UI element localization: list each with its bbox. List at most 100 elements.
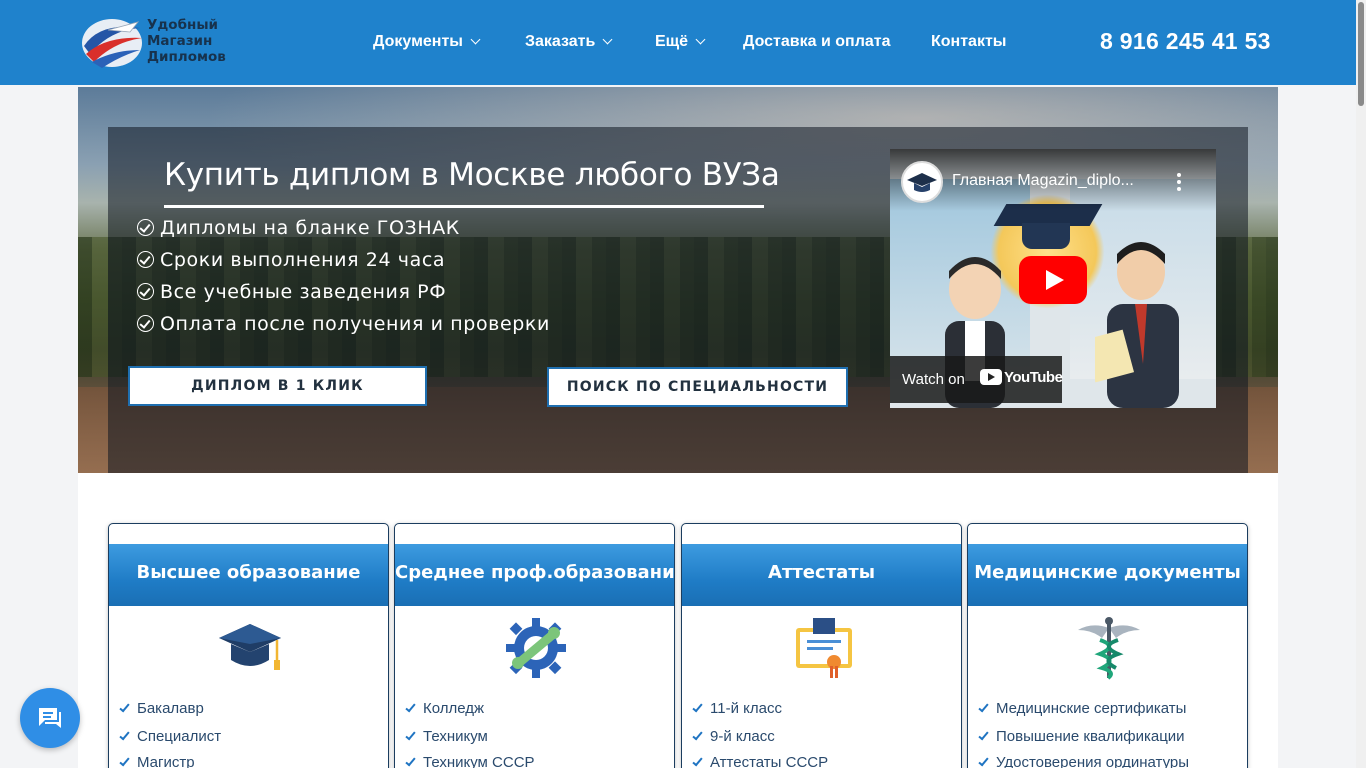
category-card-higher-education[interactable]: Высшее образование Бакалавр Специалист М… — [108, 523, 389, 768]
play-button[interactable] — [1019, 256, 1087, 304]
category-card-vocational[interactable]: Среднее проф.образование Колледж Технику… — [394, 523, 675, 768]
list-item[interactable]: Бакалавр — [119, 700, 204, 717]
feature-item: Оплата после получения и проверки — [137, 313, 550, 335]
list-item[interactable]: 11-й класс — [692, 700, 782, 717]
card-title[interactable]: Высшее образование — [109, 544, 388, 606]
list-item-label: Удостоверения ординатуры — [996, 754, 1190, 768]
list-item[interactable]: Техникум СССР — [405, 754, 535, 768]
nav-item-label: Ещё — [655, 33, 689, 50]
one-click-diploma-button[interactable]: ДИПЛОМ В 1 КЛИК — [128, 366, 427, 406]
check-icon — [119, 729, 130, 741]
youtube-wordmark: YouTube — [1004, 369, 1063, 386]
check-icon — [119, 755, 130, 767]
list-item-label: Техникум — [423, 728, 488, 745]
list-item[interactable]: Медицинские сертификаты — [978, 700, 1186, 717]
card-title[interactable]: Медицинские документы — [968, 544, 1247, 606]
check-icon — [692, 755, 703, 767]
list-item-label: Повышение квалификации — [996, 728, 1185, 745]
logo-line: Дипломов — [147, 49, 226, 65]
list-item-label: Специалист — [137, 728, 222, 745]
logo-line: Удобный — [147, 17, 219, 33]
chevron-down-icon — [695, 34, 706, 45]
hero-title-underline — [164, 205, 764, 208]
chat-button[interactable] — [20, 688, 80, 748]
phone-number[interactable]: 8 916 245 41 53 — [1100, 28, 1271, 55]
list-item[interactable]: Колледж — [405, 700, 484, 717]
card-title[interactable]: Среднее проф.образование — [395, 544, 674, 606]
site-header: Удобный Магазин Дипломов Документы Заказ… — [0, 0, 1366, 85]
feature-label: Все учебные заведения РФ — [160, 281, 447, 303]
nav-item-label: Доставка и оплата — [743, 33, 891, 50]
page-scrollbar[interactable] — [1356, 0, 1366, 768]
hero-title: Купить диплом в Москве любого ВУЗа — [164, 157, 780, 193]
list-item[interactable]: Специалист — [119, 728, 221, 745]
check-icon — [692, 701, 703, 713]
check-circle-icon — [137, 315, 154, 332]
video-title[interactable]: Главная Magazin_diplo... — [952, 172, 1134, 190]
logo-swirl-icon — [82, 19, 142, 68]
more-options-icon[interactable] — [1177, 173, 1181, 191]
nav-item-label: Документы — [373, 33, 463, 50]
feature-item: Дипломы на бланке ГОЗНАК — [137, 217, 460, 239]
list-item-label: Бакалавр — [137, 700, 204, 717]
youtube-video-embed[interactable]: Главная Magazin_diplo... Watch on YouTub… — [890, 149, 1216, 408]
list-item[interactable]: Повышение квалификации — [978, 728, 1185, 745]
logo-line: Магазин — [147, 33, 213, 49]
search-by-specialty-button[interactable]: ПОИСК ПО СПЕЦИАЛЬНОСТИ — [547, 367, 848, 407]
feature-label: Дипломы на бланке ГОЗНАК — [160, 217, 460, 239]
scrollbar-thumb[interactable] — [1358, 2, 1364, 106]
watch-on-label: Watch on — [902, 371, 965, 388]
list-item[interactable]: Магистр — [119, 754, 195, 768]
list-item-label: Колледж — [423, 700, 485, 717]
feature-item: Все учебные заведения РФ — [137, 281, 446, 303]
certificate-icon — [796, 618, 852, 678]
nav-item-documents[interactable]: Документы — [373, 33, 481, 51]
list-item-label: 9-й класс — [710, 728, 775, 745]
list-item[interactable]: Удостоверения ординатуры — [978, 754, 1189, 768]
list-item[interactable]: Техникум — [405, 728, 488, 745]
check-circle-icon — [137, 283, 154, 300]
check-circle-icon — [137, 251, 154, 268]
check-circle-icon — [137, 219, 154, 236]
nav-item-more[interactable]: Ещё — [655, 33, 706, 51]
list-item-label: Аттестаты СССР — [710, 754, 829, 768]
list-item-label: Техникум СССР — [423, 754, 535, 768]
nav-item-label: Заказать — [525, 33, 596, 50]
list-item[interactable]: 9-й класс — [692, 728, 775, 745]
check-icon — [978, 729, 989, 741]
graduation-cap-icon — [219, 624, 281, 670]
chevron-down-icon — [470, 34, 481, 45]
nav-item-label: Контакты — [931, 33, 1007, 50]
caduceus-icon — [1078, 617, 1140, 680]
nav-item-contacts[interactable]: Контакты — [931, 33, 1006, 51]
chat-bubble-icon — [39, 708, 61, 728]
graduation-cap-icon — [907, 173, 937, 192]
channel-avatar[interactable] — [901, 161, 943, 203]
watch-on-youtube-button[interactable]: Watch on YouTube — [890, 356, 1063, 403]
gear-wrench-icon — [506, 618, 566, 678]
cartoon-person-icon — [1095, 242, 1179, 408]
list-item[interactable]: Аттестаты СССР — [692, 754, 828, 768]
chevron-down-icon — [602, 34, 613, 45]
list-item-label: Магистр — [137, 754, 195, 768]
logo-text: Удобный Магазин Дипломов — [147, 17, 226, 65]
nav-item-order[interactable]: Заказать — [525, 33, 613, 51]
check-icon — [405, 755, 416, 767]
feature-item: Сроки выполнения 24 часа — [137, 249, 445, 271]
site-logo[interactable]: Удобный Магазин Дипломов — [80, 16, 240, 72]
list-item-label: 11-й класс — [710, 700, 782, 717]
check-icon — [978, 755, 989, 767]
check-icon — [119, 701, 130, 713]
check-icon — [692, 729, 703, 741]
youtube-logo-icon — [980, 369, 1002, 385]
list-item-label: Медицинские сертификаты — [996, 700, 1187, 717]
graduation-cap-base — [1022, 223, 1070, 249]
nav-item-delivery[interactable]: Доставка и оплата — [743, 33, 891, 51]
check-icon — [405, 729, 416, 741]
category-card-medical[interactable]: Медицинские документы Медицинские сертиф… — [967, 523, 1248, 768]
card-title[interactable]: Аттестаты — [682, 544, 961, 606]
category-card-certificates[interactable]: Аттестаты 11-й класс 9-й класс Аттестаты… — [681, 523, 962, 768]
feature-label: Оплата после получения и проверки — [160, 313, 550, 335]
feature-label: Сроки выполнения 24 часа — [160, 249, 446, 271]
check-icon — [978, 701, 989, 713]
